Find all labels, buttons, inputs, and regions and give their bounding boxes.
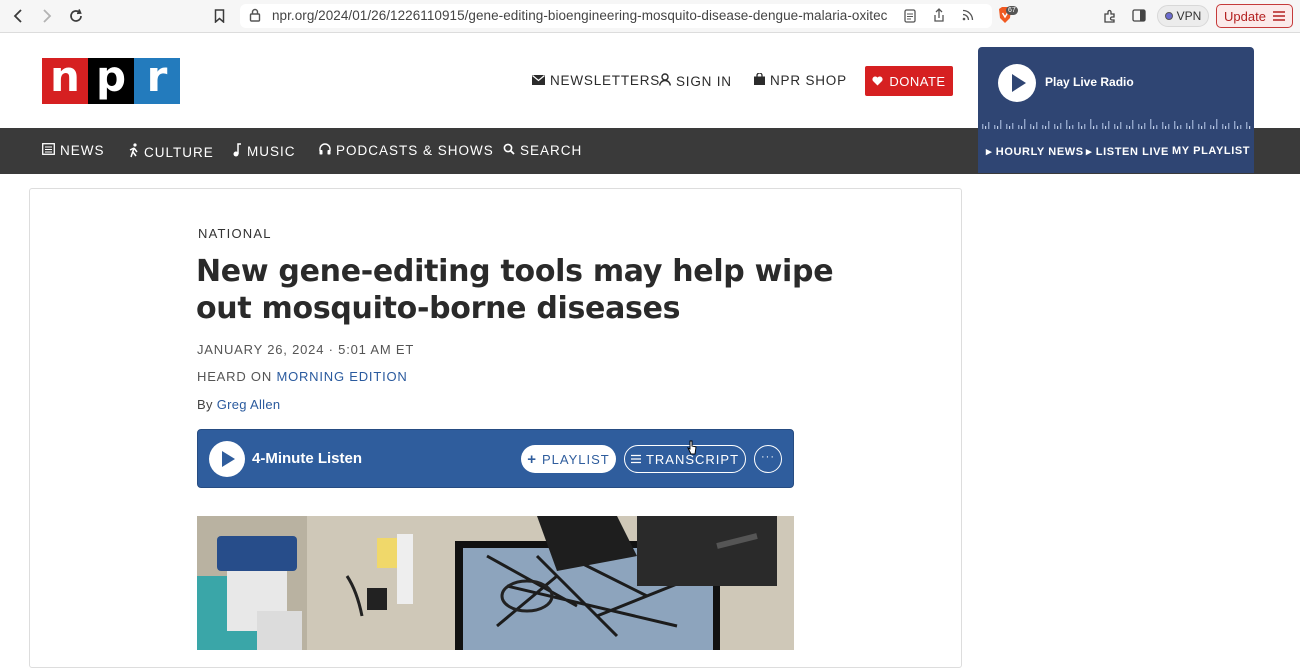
vpn-label: VPN — [1176, 9, 1202, 23]
donate-label: DONATE — [889, 73, 946, 89]
shopping-bag-icon — [754, 72, 765, 88]
url-text: npr.org/2024/01/26/1226110915/gene-editi… — [272, 8, 888, 23]
update-label: Update — [1224, 8, 1266, 24]
search-icon — [503, 143, 515, 158]
mouse-pointer-icon — [687, 440, 697, 455]
article-headline: New gene-editing tools may help wipe out… — [196, 254, 834, 326]
heard-on-prefix: HEARD ON — [197, 369, 277, 384]
shields-count-badge: 67 — [1006, 6, 1018, 15]
play-small-icon: ▸ — [986, 146, 996, 158]
update-button[interactable]: Update — [1216, 4, 1293, 28]
bookmark-icon[interactable] — [209, 6, 229, 26]
nav-item-news[interactable]: NEWS — [42, 143, 105, 158]
play-live-radio-button[interactable] — [998, 64, 1036, 102]
live-radio-widget: Play Live Radio ▸ HOURLY NEWS ▸ LISTEN L… — [978, 47, 1254, 173]
donate-button[interactable]: DONATE — [865, 66, 953, 96]
sign-in-label: SIGN IN — [676, 73, 732, 89]
nav-label-podcasts: PODCASTS & SHOWS — [336, 143, 494, 158]
article-section-slug[interactable]: NATIONAL — [198, 226, 272, 241]
play-live-radio-label: Play Live Radio — [1045, 75, 1134, 89]
listen-live-label: LISTEN LIVE — [1095, 146, 1169, 158]
logo-letter-r: r — [134, 56, 180, 104]
nav-label-music: MUSIC — [247, 144, 296, 159]
nav-label-search: SEARCH — [520, 143, 583, 158]
forward-icon[interactable] — [37, 6, 57, 26]
logo-letter-p: p — [88, 56, 134, 104]
nav-item-search[interactable]: SEARCH — [503, 143, 582, 158]
reader-mode-icon[interactable] — [904, 9, 916, 26]
audio-play-button[interactable] — [209, 441, 245, 477]
reload-icon[interactable] — [66, 6, 86, 26]
sidebar-toggle-icon[interactable] — [1132, 9, 1146, 25]
menu-icon — [1272, 9, 1285, 24]
more-options-button[interactable]: ··· — [754, 445, 782, 473]
envelope-icon — [532, 73, 545, 88]
nav-item-podcasts[interactable]: PODCASTS & SHOWS — [319, 143, 494, 158]
transcript-button[interactable]: TRANSCRIPT — [624, 445, 746, 473]
play-small-icon: ▸ — [1086, 146, 1096, 158]
browser-toolbar: npr.org/2024/01/26/1226110915/gene-editi… — [0, 0, 1300, 33]
audio-player: 4-Minute Listen + PLAYLIST TRANSCRIPT ··… — [197, 429, 794, 488]
headphones-icon — [319, 143, 331, 158]
extensions-icon[interactable] — [1103, 9, 1117, 26]
my-playlist-label: MY PLAYLIST — [1172, 145, 1251, 157]
newsletters-label: NEWSLETTERS — [550, 73, 661, 88]
play-icon — [1012, 74, 1026, 92]
music-note-icon — [233, 143, 242, 160]
npr-shop-link[interactable]: NPR SHOP — [754, 72, 847, 88]
heart-icon — [872, 74, 883, 89]
morning-edition-link[interactable]: MORNING EDITION — [276, 369, 407, 384]
vpn-button[interactable]: VPN — [1157, 5, 1209, 27]
add-to-playlist-button[interactable]: + PLAYLIST — [521, 445, 616, 473]
more-options-icon: ··· — [761, 451, 775, 463]
rss-icon[interactable] — [962, 9, 974, 24]
nav-item-music[interactable]: MUSIC — [233, 143, 296, 160]
npr-logo[interactable]: n p r — [42, 56, 180, 104]
heard-on-line: HEARD ON MORNING EDITION — [197, 369, 408, 384]
hourly-news-label: HOURLY NEWS — [995, 146, 1084, 158]
npr-shop-label: NPR SHOP — [770, 73, 847, 88]
nav-label-news: NEWS — [60, 143, 105, 158]
news-icon — [42, 143, 55, 158]
audio-duration-label: 4-Minute Listen — [252, 450, 363, 467]
byline-prefix: By — [197, 397, 217, 412]
nav-label-culture: CULTURE — [144, 144, 214, 160]
vpn-status-icon — [1164, 12, 1173, 20]
address-bar[interactable]: npr.org/2024/01/26/1226110915/gene-editi… — [240, 4, 992, 28]
author-link[interactable]: Greg Allen — [217, 397, 281, 412]
listen-live-link[interactable]: ▸ LISTEN LIVE — [1086, 145, 1169, 158]
play-icon — [222, 451, 235, 467]
lab-photo-graphic — [197, 516, 794, 650]
nav-item-culture[interactable]: CULTURE — [128, 143, 214, 161]
sign-in-link[interactable]: SIGN IN — [659, 73, 732, 89]
share-icon[interactable] — [933, 8, 945, 26]
culture-icon — [128, 143, 139, 161]
lock-icon — [249, 8, 261, 25]
user-icon — [659, 73, 671, 89]
back-icon[interactable] — [8, 6, 28, 26]
audio-wave-graphic — [982, 119, 1251, 129]
article-dateline: JANUARY 26, 2024 · 5:01 AM ET — [197, 342, 415, 357]
transcript-lines-icon — [630, 452, 641, 467]
plus-icon: + — [527, 450, 538, 468]
newsletters-link[interactable]: NEWSLETTERS — [532, 73, 660, 88]
my-playlist-link[interactable]: MY PLAYLIST — [1172, 145, 1250, 157]
byline: By Greg Allen — [197, 397, 280, 412]
logo-letter-n: n — [42, 56, 88, 104]
playlist-label: PLAYLIST — [542, 451, 610, 467]
hourly-news-link[interactable]: ▸ HOURLY NEWS — [986, 145, 1084, 158]
article-lead-photo — [197, 516, 794, 650]
